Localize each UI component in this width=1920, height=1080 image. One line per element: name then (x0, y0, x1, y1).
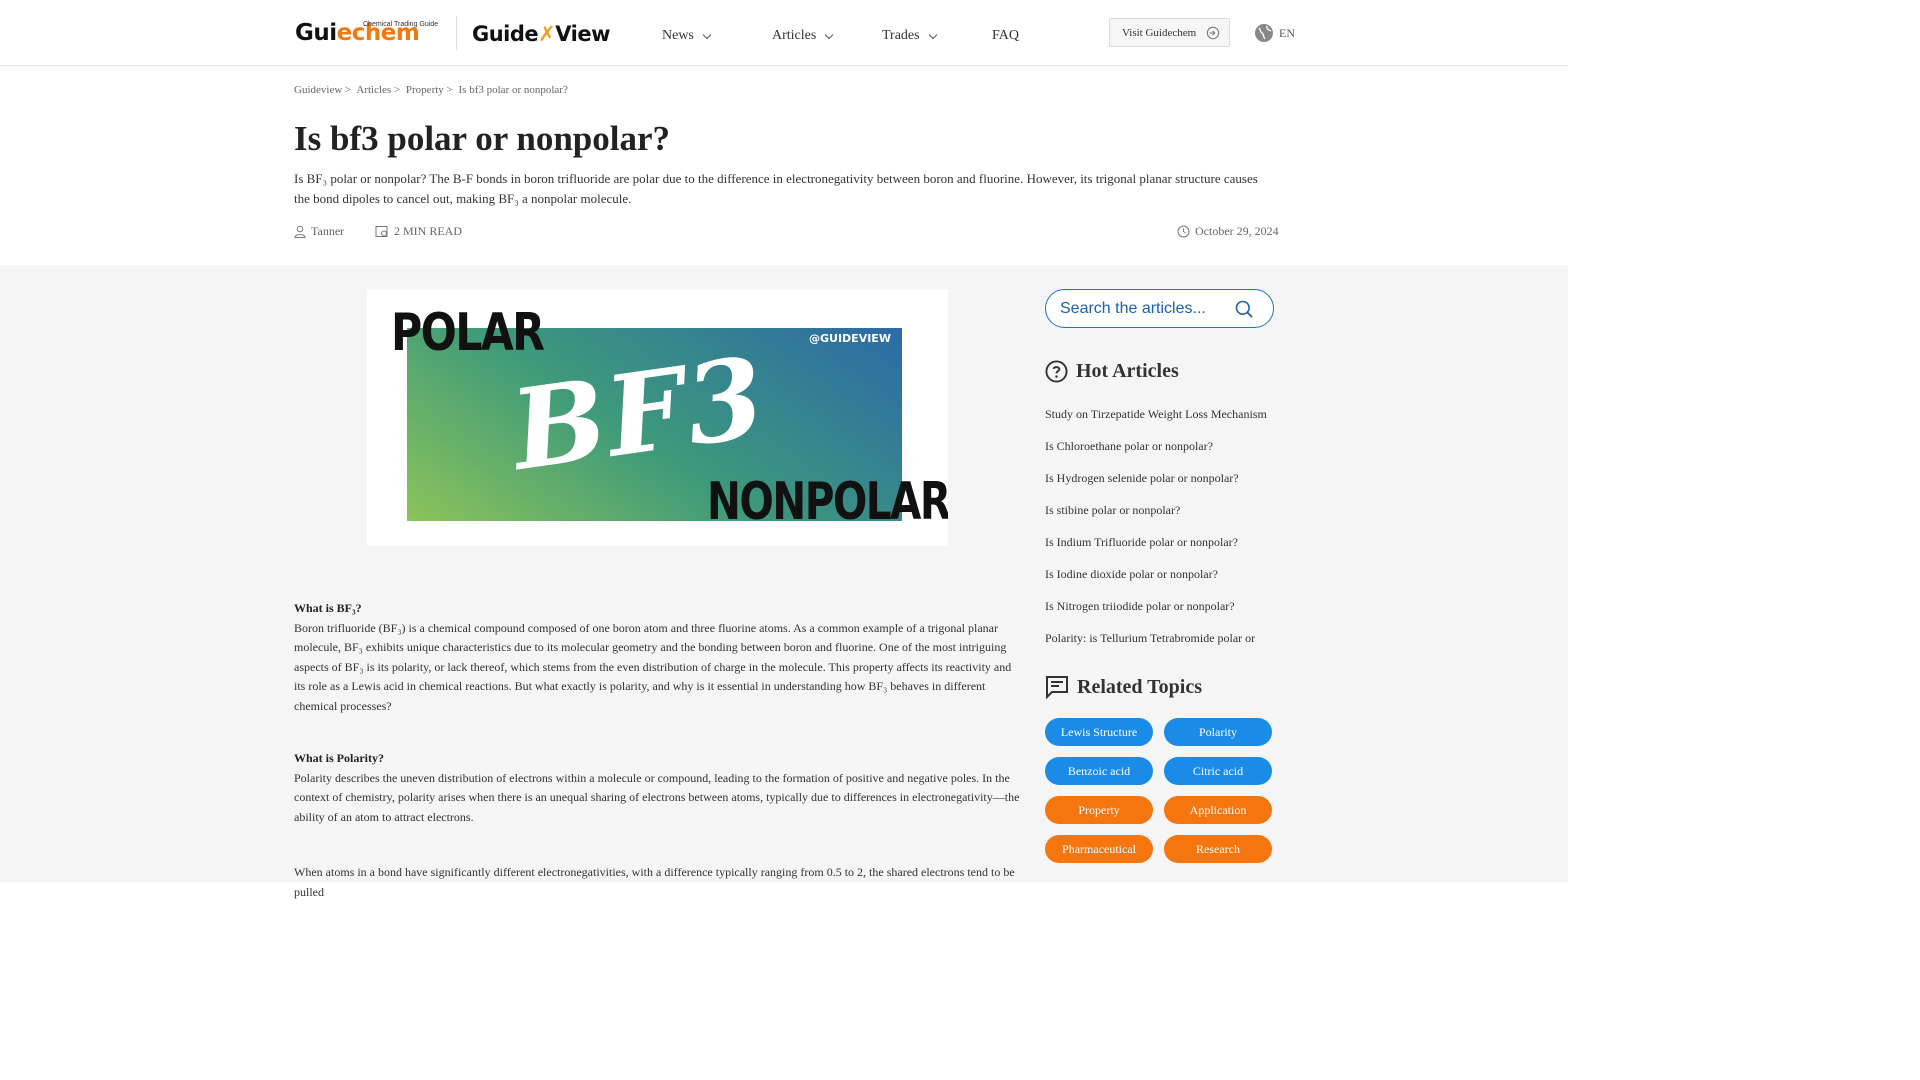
clock-icon (1177, 225, 1190, 238)
publish-date: October 29, 2024 (1195, 224, 1279, 238)
logo-mark: ✗ (538, 22, 556, 46)
hot-article-link[interactable]: Is stibine polar or nonpolar? (1045, 503, 1274, 518)
article-summary: Is BF₃ polar or nonpolar? The B-F bonds … (294, 171, 1258, 206)
topic-tag[interactable]: Benzoic acid (1045, 757, 1153, 785)
hot-articles-heading: Hot Articles (1045, 360, 1179, 383)
chevron-down-icon (702, 30, 712, 39)
section-heading: What is Polarity? (294, 751, 384, 765)
nav-label: FAQ (992, 28, 1019, 43)
logo-text: Gui (295, 20, 337, 46)
hero-image: POLAR BF3 NONPOLAR @GUIDEVIEW (367, 289, 948, 546)
question-circle-icon (1045, 360, 1068, 383)
site-header: Guiechem Chemical Trading Guide Guide✗Vi… (0, 0, 1568, 66)
hero-watermark: @GUIDEVIEW (809, 332, 891, 345)
topic-tag[interactable]: Citric acid (1164, 757, 1272, 785)
author-name[interactable]: Tanner (311, 224, 344, 239)
nav-label: Trades (882, 28, 920, 43)
topic-tag[interactable]: Lewis Structure (1045, 718, 1153, 746)
hero-nonpolar-text: NONPOLAR (707, 472, 948, 532)
nav-faq[interactable]: FAQ (992, 28, 1019, 44)
nav-articles[interactable]: Articles (772, 28, 834, 44)
search-icon[interactable] (1235, 300, 1253, 318)
hot-articles-title: Hot Articles (1076, 360, 1179, 382)
hot-article-link[interactable]: Is Hydrogen selenide polar or nonpolar? (1045, 471, 1274, 486)
breadcrumb-current: Is bf3 polar or nonpolar? (458, 84, 568, 96)
hot-article-link[interactable]: Is Iodine dioxide polar or nonpolar? (1045, 567, 1274, 582)
topic-tag[interactable]: Polarity (1164, 718, 1272, 746)
logo-text: View (555, 22, 611, 46)
hot-article-link[interactable]: Is Nitrogen triiodide polar or nonpolar? (1045, 599, 1274, 614)
breadcrumb-guideview[interactable]: Guideview > (294, 84, 351, 96)
breadcrumb-property[interactable]: Property > (406, 84, 453, 96)
sign-in-icon (1206, 26, 1220, 40)
topic-tag[interactable]: Research (1164, 835, 1272, 863)
date-meta: October 29, 2024 (1177, 224, 1279, 239)
visit-guidechem-button[interactable]: Visit Guidechem (1109, 18, 1230, 47)
topic-tag[interactable]: Property (1045, 796, 1153, 824)
logo-divider (456, 16, 457, 50)
breadcrumb-articles[interactable]: Articles > (356, 84, 400, 96)
article-section: When atoms in a bond have significantly … (294, 863, 1021, 902)
article-section: What is Polarity? Polarity describes the… (294, 749, 1021, 827)
related-topics-title: Related Topics (1077, 675, 1203, 698)
section-paragraph: Boron trifluoride (BF₃) is a chemical co… (294, 620, 1012, 713)
breadcrumb: Guideview > Articles > Property > Is bf3… (294, 84, 571, 96)
language-selector[interactable]: EN (1254, 23, 1295, 43)
hot-article-link[interactable]: Polarity: is Tellurium Tetrabromide pola… (1045, 631, 1274, 646)
guideview-logo[interactable]: Guide✗View (472, 22, 611, 46)
chevron-down-icon (825, 30, 834, 39)
guidechem-logo[interactable]: Guiechem Chemical Trading Guide (295, 10, 440, 48)
section-paragraph: When atoms in a bond have significantly … (294, 865, 1015, 899)
language-label: EN (1279, 25, 1295, 40)
nav-trades[interactable]: Trades (882, 28, 937, 44)
topic-tag[interactable]: Application (1164, 796, 1272, 824)
read-time: 2 MIN READ (394, 224, 462, 238)
hot-article-link[interactable]: Study on Tirzepatide Weight Loss Mechani… (1045, 407, 1274, 422)
article-section: What is BF₃? Boron trifluoride (BF₃) is … (294, 599, 1021, 717)
article-search (1045, 289, 1274, 328)
nav-label: Articles (772, 28, 817, 43)
hero-polar-text: POLAR (391, 303, 545, 363)
read-time-meta: 2 MIN READ (375, 224, 462, 239)
visit-button-label: Visit Guidechem (1122, 26, 1197, 39)
search-input[interactable] (1060, 298, 1230, 320)
logo-tagline: Chemical Trading Guide (363, 21, 439, 28)
page-title: Is bf3 polar or nonpolar? (294, 119, 671, 158)
section-heading: What is BF₃? (294, 601, 362, 615)
author-meta: Tanner (294, 224, 344, 239)
book-icon (375, 226, 388, 237)
hot-article-link[interactable]: Is Chloroethane polar or nonpolar? (1045, 439, 1274, 454)
logo-text: Guide (472, 22, 539, 46)
globe-icon (1255, 24, 1273, 42)
logo-text: e (336, 20, 353, 46)
nav-news[interactable]: News (662, 28, 712, 44)
chevron-down-icon (928, 30, 937, 39)
user-icon (294, 225, 306, 238)
comment-icon (1046, 676, 1068, 699)
hot-article-link[interactable]: Is Indium Trifluoride polar or nonpolar? (1045, 535, 1274, 550)
related-topics-heading: Related Topics (1045, 675, 1202, 699)
topic-tag[interactable]: Pharmaceutical (1045, 835, 1153, 863)
section-paragraph: Polarity describes the uneven distributi… (294, 770, 1020, 824)
nav-label: News (662, 28, 694, 43)
